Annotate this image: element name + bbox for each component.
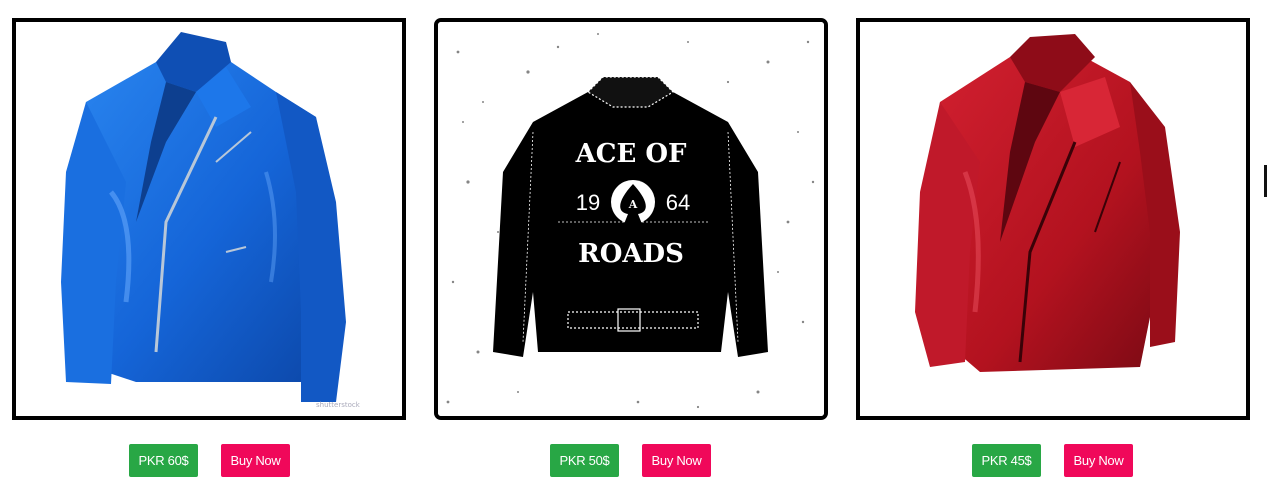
buy-now-button[interactable]: Buy Now <box>1064 444 1133 477</box>
product-actions: PKR 45$ Buy Now <box>972 444 1133 477</box>
print-letter: A <box>628 198 638 211</box>
product-actions: PKR 50$ Buy Now <box>550 444 711 477</box>
product-image-frame[interactable]: ACE OF 19 64 A ROADS <box>434 18 828 420</box>
print-bottom-text: ROADS <box>578 239 684 269</box>
product-image-frame[interactable]: shutterstock <box>12 18 406 420</box>
product-card: shutterstock <box>12 18 406 420</box>
ace-of-roads-jacket-image: ACE OF 19 64 A ROADS <box>438 22 824 416</box>
product-card <box>856 18 1250 420</box>
buy-now-button[interactable]: Buy Now <box>221 444 290 477</box>
buy-now-button[interactable]: Buy Now <box>642 444 711 477</box>
blue-leather-jacket-image: shutterstock <box>61 32 361 409</box>
svg-text:shutterstock: shutterstock <box>316 401 361 409</box>
product-card: ACE OF 19 64 A ROADS <box>434 18 828 420</box>
print-top-text: ACE OF <box>575 139 687 169</box>
product-actions: PKR 60$ Buy Now <box>129 444 290 477</box>
product-gallery: shutterstock ACE OF 19 64 A ROADS PKR 60… <box>0 0 1267 490</box>
print-year-right: 64 <box>666 190 690 215</box>
red-leather-jacket-image <box>915 34 1180 372</box>
price-button[interactable]: PKR 60$ <box>129 444 198 477</box>
price-button[interactable]: PKR 50$ <box>550 444 619 477</box>
print-year-left: 19 <box>576 190 600 215</box>
product-image-frame[interactable] <box>856 18 1250 420</box>
price-button[interactable]: PKR 45$ <box>972 444 1041 477</box>
